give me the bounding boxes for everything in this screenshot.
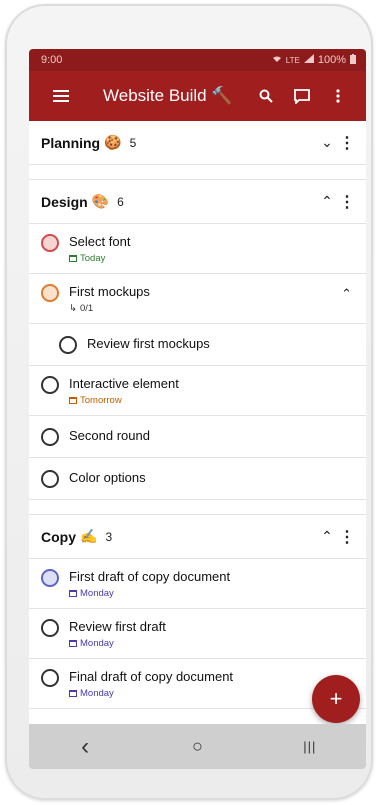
task-title: Select font	[69, 234, 131, 249]
calendar-icon	[69, 255, 77, 262]
cookie-emoji-icon: 🍪	[104, 134, 122, 150]
palette-emoji-icon: 🎨	[91, 193, 110, 209]
collapse-chevron-icon[interactable]: ⌃	[316, 528, 338, 545]
task-title: Color options	[69, 470, 146, 485]
task-checkbox[interactable]	[41, 234, 59, 252]
task-title: Review first draft	[69, 619, 166, 634]
section-menu-icon[interactable]: ⋮	[338, 133, 356, 153]
task-item[interactable]: First draft of copy document Monday	[29, 559, 366, 609]
search-icon[interactable]	[248, 78, 284, 114]
section-menu-icon[interactable]: ⋮	[338, 192, 356, 212]
add-task-button[interactable]: +	[312, 675, 360, 723]
due-date: Today	[80, 253, 106, 264]
task-checkbox[interactable]	[59, 336, 77, 354]
more-options-icon[interactable]	[320, 78, 356, 114]
task-title: Final draft of copy document	[69, 669, 234, 684]
expand-chevron-icon[interactable]: ⌄	[316, 134, 338, 151]
home-icon[interactable]: ○	[177, 736, 217, 757]
task-item[interactable]: Interactive element Tomorrow	[29, 366, 366, 416]
signal-icon	[303, 54, 314, 66]
network-label: LTE	[285, 55, 300, 65]
task-checkbox[interactable]	[41, 284, 59, 302]
section-name: Planning	[41, 134, 101, 151]
subtask-count: 0/1	[79, 303, 94, 314]
section-planning[interactable]: Planning 🍪 5 ⌄ ⋮	[29, 121, 366, 165]
task-title: Second round	[69, 428, 150, 443]
section-count: 5	[129, 135, 137, 150]
calendar-icon	[69, 640, 77, 647]
status-time: 9:00	[41, 54, 63, 66]
task-item[interactable]: Review first draft Monday	[29, 609, 366, 659]
subtask-item[interactable]: Review first mockups	[29, 324, 366, 366]
back-icon[interactable]: ‹	[65, 733, 105, 761]
calendar-icon	[69, 397, 77, 404]
recents-icon[interactable]: |||	[290, 739, 330, 754]
task-checkbox[interactable]	[41, 569, 59, 587]
section-design[interactable]: Design 🎨 6 ⌃ ⋮	[29, 180, 366, 224]
app-screen: 9:00 LTE 100% Website Build 🔨 Planning 🍪…	[29, 49, 366, 769]
task-checkbox[interactable]	[41, 470, 59, 488]
task-item[interactable]: Second round	[29, 416, 366, 458]
task-item[interactable]: First mockups ↳ 0/1 ⌃	[29, 274, 366, 324]
wifi-icon	[272, 54, 282, 66]
due-date: Tomorrow	[80, 395, 122, 406]
task-checkbox[interactable]	[41, 376, 59, 394]
calendar-icon	[69, 590, 77, 597]
system-nav-bar: ‹ ○ |||	[29, 724, 366, 769]
task-title: Interactive element	[69, 376, 179, 391]
task-title: First mockups	[69, 284, 150, 299]
task-checkbox[interactable]	[41, 669, 59, 687]
task-title: Review first mockups	[87, 336, 210, 351]
task-checkbox[interactable]	[41, 619, 59, 637]
collapse-chevron-icon[interactable]: ⌃	[316, 193, 338, 210]
page-title: Website Build 🔨	[103, 86, 233, 105]
subtask-icon: ↳	[69, 303, 77, 314]
collapse-subtasks-icon[interactable]: ⌃	[341, 286, 352, 302]
app-bar: Website Build 🔨	[29, 71, 366, 121]
writing-hand-emoji-icon: ✍	[80, 528, 98, 544]
battery-level: 100%	[317, 54, 346, 66]
task-checkbox[interactable]	[41, 428, 59, 446]
menu-icon[interactable]	[43, 78, 79, 114]
section-name: Copy	[41, 528, 76, 545]
task-item[interactable]: Select font Today	[29, 224, 366, 274]
battery-icon	[350, 53, 356, 67]
due-date: Monday	[80, 588, 114, 599]
task-item[interactable]: Color options	[29, 458, 366, 500]
section-count: 6	[117, 194, 124, 209]
section-count: 3	[105, 529, 113, 544]
status-bar: 9:00 LTE 100%	[29, 49, 366, 71]
task-title: First draft of copy document	[69, 569, 231, 584]
comment-icon[interactable]	[284, 78, 320, 114]
due-date: Monday	[80, 638, 114, 649]
task-list: Planning 🍪 5 ⌄ ⋮ Design 🎨 6 ⌃ ⋮ Select f…	[29, 121, 366, 724]
calendar-icon	[69, 690, 77, 697]
section-copy[interactable]: Copy ✍ 3 ⌃ ⋮	[29, 515, 366, 559]
section-name: Design	[41, 193, 88, 210]
due-date: Monday	[80, 688, 114, 699]
section-menu-icon[interactable]: ⋮	[338, 527, 356, 547]
